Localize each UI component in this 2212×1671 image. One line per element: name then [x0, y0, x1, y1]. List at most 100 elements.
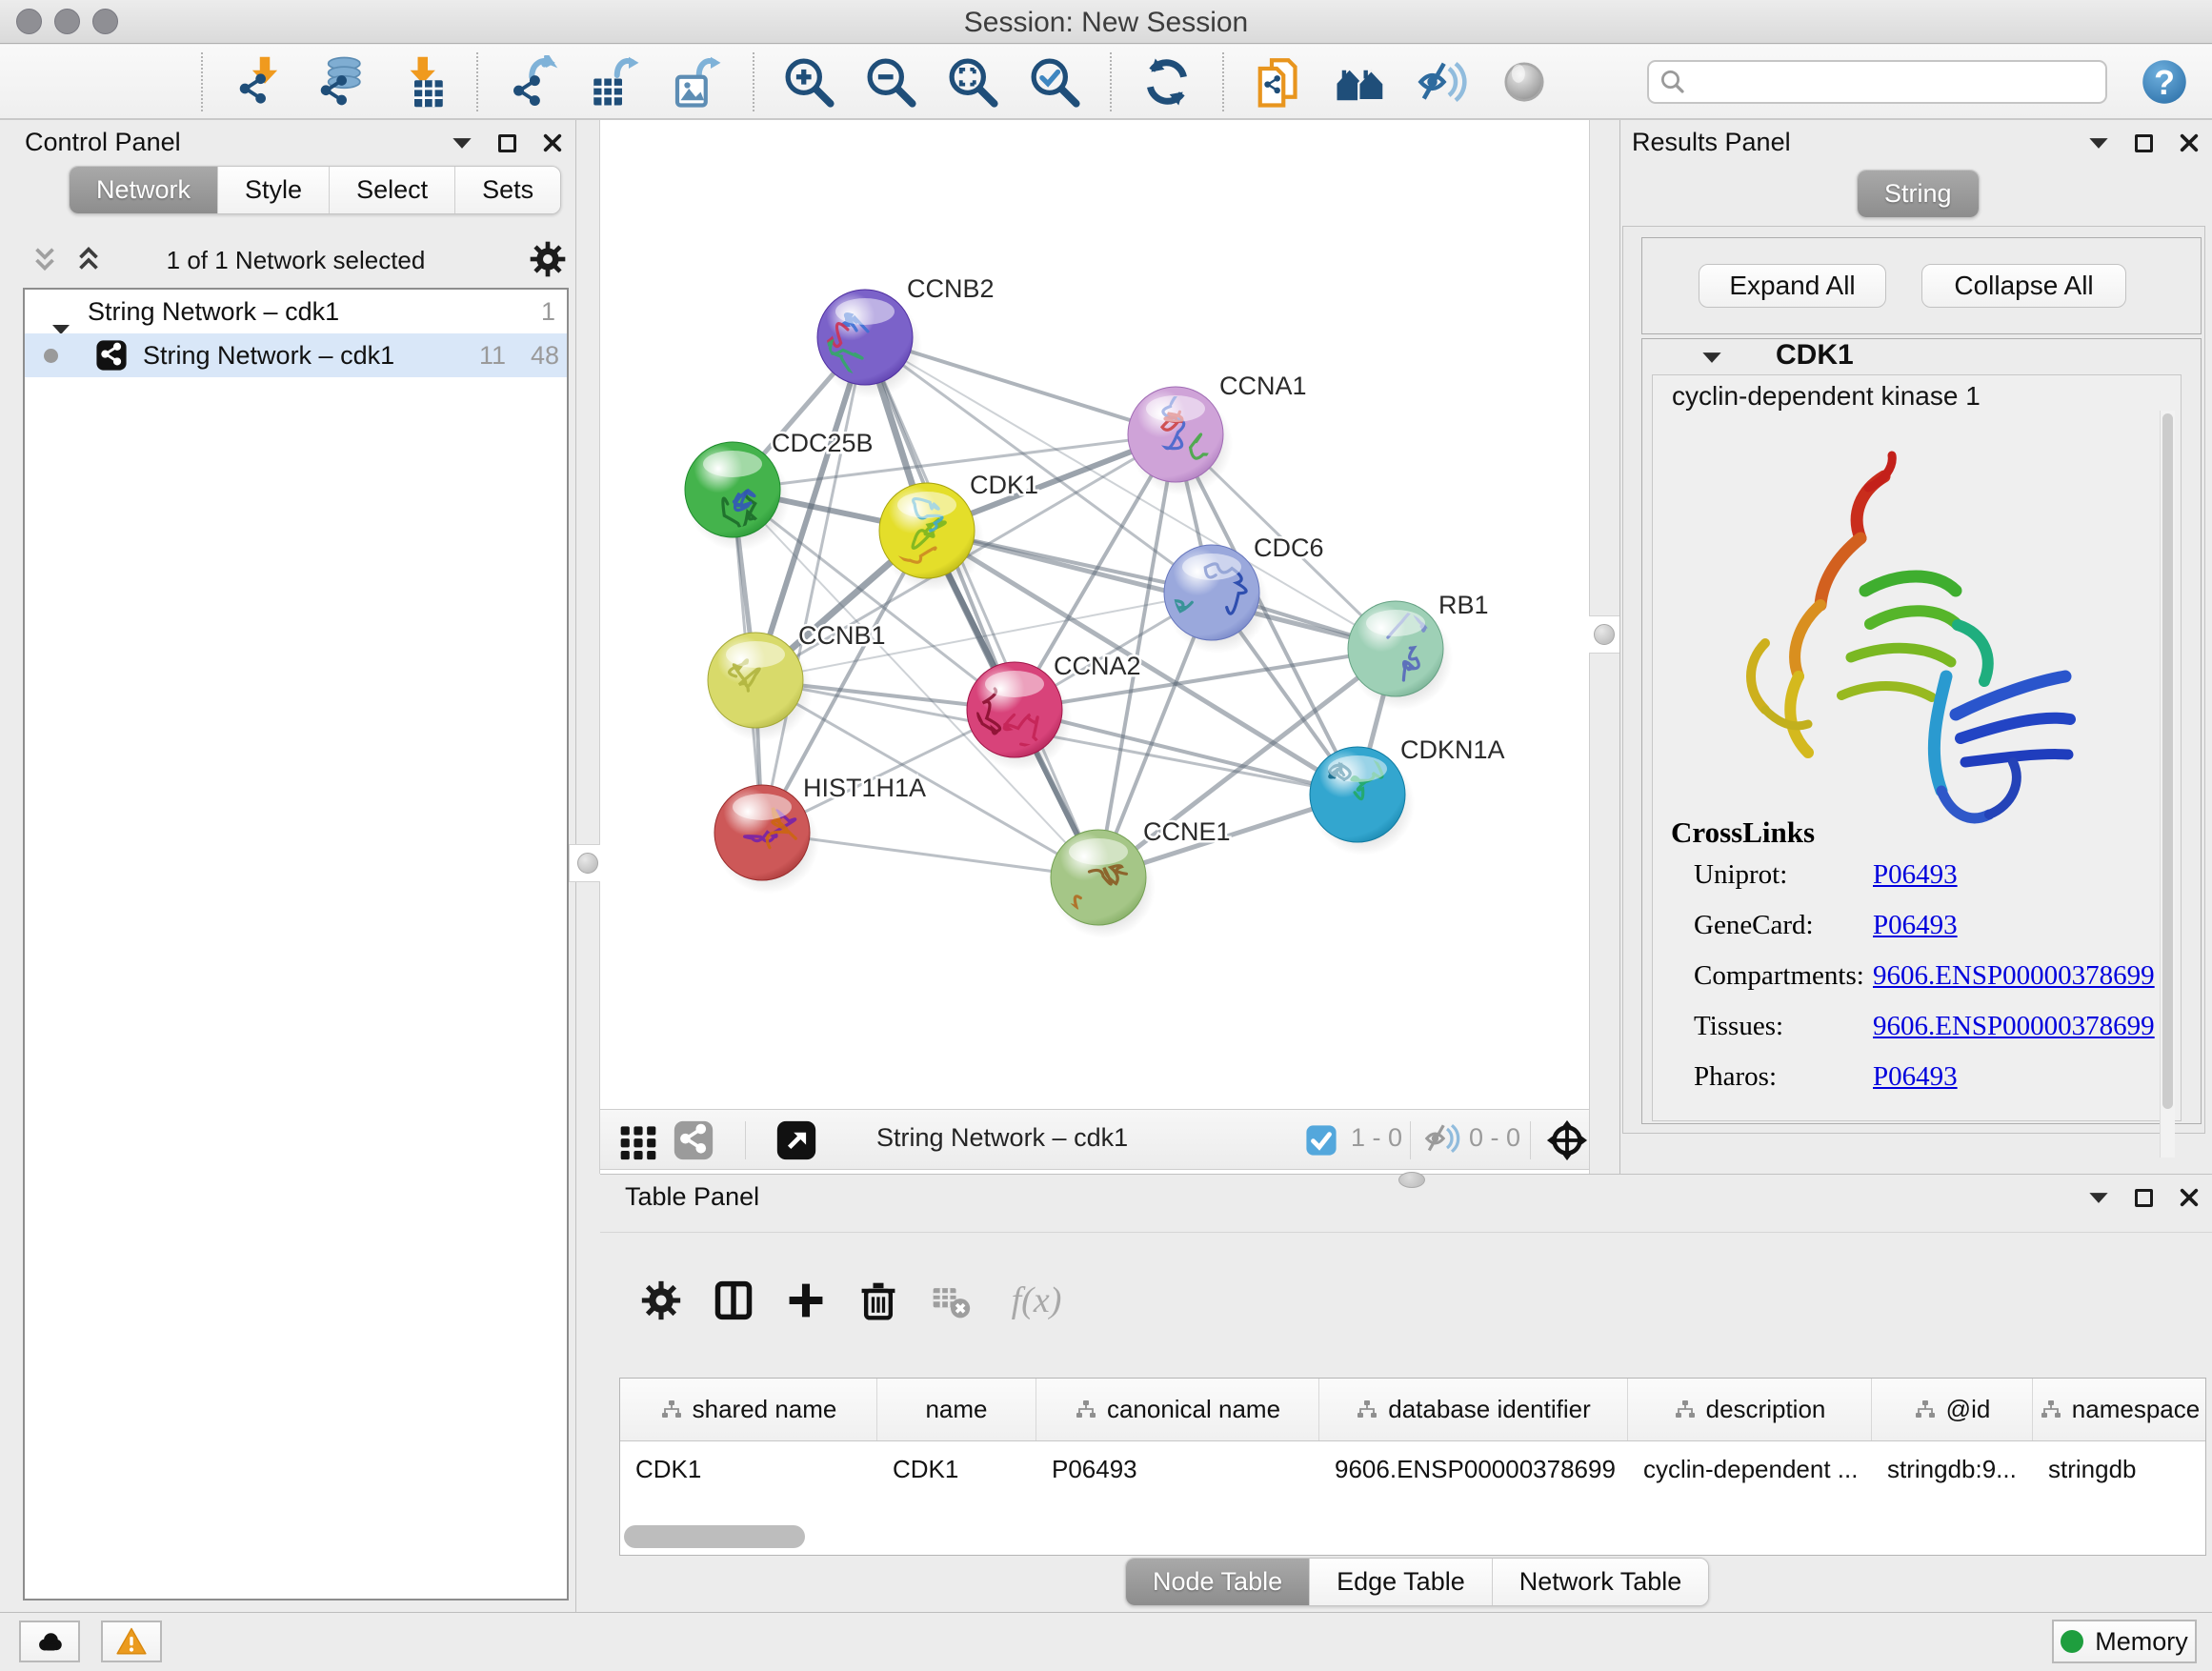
- column-header-description[interactable]: description: [1628, 1379, 1872, 1440]
- delete-table-icon[interactable]: [928, 1278, 974, 1323]
- column-header-shared-name[interactable]: shared name: [620, 1379, 877, 1440]
- view-grid-icon[interactable]: [617, 1119, 659, 1161]
- add-column-icon[interactable]: [783, 1278, 829, 1323]
- home-views-button[interactable]: [1332, 51, 1389, 112]
- detach-view-icon[interactable]: [775, 1119, 817, 1161]
- column-header-canonical-name[interactable]: canonical name: [1036, 1379, 1319, 1440]
- collapse-all-button[interactable]: Collapse All: [1921, 264, 2126, 308]
- node-RB1[interactable]: [1348, 601, 1453, 710]
- panel-menu-caret-icon[interactable]: [451, 131, 473, 154]
- column-header-namespace[interactable]: namespace: [2033, 1379, 2206, 1440]
- entry-collapse-caret-icon[interactable]: [1701, 351, 1722, 370]
- zoom-out-button[interactable]: [862, 51, 919, 112]
- column-header--id[interactable]: @id: [1872, 1379, 2033, 1440]
- expand-all-button[interactable]: Expand All: [1699, 264, 1886, 308]
- zoom-selected-button[interactable]: [1026, 51, 1083, 112]
- function-builder-icon[interactable]: f(x): [1000, 1278, 1073, 1323]
- export-image-button[interactable]: [669, 51, 726, 112]
- zoom-fit-button[interactable]: [944, 51, 1001, 112]
- results-float-button[interactable]: [2135, 134, 2153, 152]
- table-cell[interactable]: cyclin-dependent ...: [1628, 1441, 1872, 1497]
- crosslink-link[interactable]: 9606.ENSP00000378699: [1873, 960, 2155, 992]
- selected-checkbox-icon[interactable]: [1305, 1124, 1337, 1157]
- table-close-button[interactable]: [2178, 1186, 2201, 1209]
- table-row[interactable]: CDK1CDK1P064939606.ENSP00000378699cyclin…: [620, 1441, 2205, 1497]
- clone-network-button[interactable]: [1251, 51, 1308, 112]
- open-session-button[interactable]: [35, 51, 92, 112]
- node-CDKN1A[interactable]: [1310, 747, 1415, 856]
- crosslink-link[interactable]: P06493: [1873, 1061, 1958, 1093]
- column-header-name[interactable]: name: [877, 1379, 1036, 1440]
- crosslink-link[interactable]: 9606.ENSP00000378699: [1873, 1011, 2155, 1042]
- hidden-eye-icon[interactable]: [1423, 1119, 1461, 1158]
- network-collection-row[interactable]: String Network – cdk1 1: [25, 290, 567, 333]
- protein-entry-header[interactable]: CDK1: [1642, 339, 2201, 373]
- node-CDK1[interactable]: [878, 483, 984, 592]
- column-header-label: description: [1706, 1395, 1826, 1424]
- results-close-button[interactable]: [2178, 131, 2201, 154]
- table-horizontal-scrollbar[interactable]: [624, 1525, 805, 1548]
- table-cell[interactable]: CDK1: [620, 1441, 877, 1497]
- tab-edge-table[interactable]: Edge Table: [1310, 1559, 1493, 1605]
- table-settings-gear-icon[interactable]: [638, 1278, 684, 1323]
- table-cell[interactable]: P06493: [1036, 1441, 1319, 1497]
- save-session-button[interactable]: [117, 51, 174, 112]
- birdseye-crosshair-icon[interactable]: [1545, 1118, 1589, 1162]
- right-splitter-grip[interactable]: [1585, 615, 1623, 654]
- import-table-button[interactable]: [392, 51, 450, 112]
- collection-count: 1: [541, 290, 555, 333]
- memory-button[interactable]: Memory: [2052, 1620, 2197, 1663]
- crosslink-link[interactable]: P06493: [1873, 859, 1958, 891]
- network-row[interactable]: String Network – cdk1 11 48: [25, 333, 567, 377]
- edge-CDK1-RB1[interactable]: [927, 531, 1396, 649]
- help-button[interactable]: [2140, 57, 2189, 107]
- panel-float-button[interactable]: [498, 134, 516, 152]
- expand-all-networks-icon[interactable]: [29, 244, 61, 276]
- search-box[interactable]: [1647, 60, 2107, 104]
- tab-string[interactable]: String: [1858, 171, 1979, 217]
- zoom-in-button[interactable]: [781, 51, 838, 112]
- results-scrollbar[interactable]: [2160, 411, 2175, 1158]
- node-CDC25B[interactable]: [685, 442, 790, 551]
- table-cell[interactable]: CDK1: [877, 1441, 1036, 1497]
- results-scrollbar-thumb[interactable]: [2162, 413, 2173, 1109]
- search-input[interactable]: [1687, 66, 2096, 97]
- tab-select[interactable]: Select: [330, 167, 455, 213]
- delete-column-icon[interactable]: [855, 1278, 901, 1323]
- edge-CCNB2-HIST1H1A[interactable]: [762, 337, 865, 833]
- network-canvas[interactable]: CCNB2CCNA1CDC25BCDK1CDC6RB1CCNB1CCNA2CDK…: [600, 120, 1589, 1108]
- crosslink-link[interactable]: P06493: [1873, 910, 1958, 941]
- refresh-button[interactable]: [1138, 51, 1196, 112]
- hide-eye-button[interactable]: [1414, 51, 1471, 112]
- horizontal-splitter-grip[interactable]: [1398, 1172, 1425, 1188]
- network-options-gear-icon[interactable]: [529, 240, 567, 278]
- table-float-button[interactable]: [2135, 1189, 2153, 1207]
- tab-network[interactable]: Network: [70, 167, 218, 213]
- table-cell[interactable]: stringdb: [2033, 1441, 2206, 1497]
- cloud-status-button[interactable]: [19, 1621, 80, 1662]
- show-columns-icon[interactable]: [711, 1278, 756, 1323]
- right-splitter[interactable]: [1589, 120, 1619, 1174]
- import-database-button[interactable]: [311, 51, 368, 112]
- export-table-button[interactable]: [587, 51, 644, 112]
- table-cell[interactable]: stringdb:9...: [1872, 1441, 2033, 1497]
- tab-sets[interactable]: Sets: [455, 167, 560, 213]
- left-splitter[interactable]: [576, 120, 600, 1174]
- tab-style[interactable]: Style: [218, 167, 330, 213]
- node-CDC6[interactable]: [1156, 545, 1269, 654]
- node-CCNB1[interactable]: [708, 633, 813, 741]
- view-share-icon[interactable]: [673, 1119, 714, 1161]
- table-menu-caret-icon[interactable]: [2087, 1186, 2110, 1209]
- panel-close-button[interactable]: [541, 131, 564, 154]
- crosslinks-list: Uniprot:P06493GeneCard:P06493Compartment…: [1653, 859, 2181, 1112]
- node-CCNA1[interactable]: [1128, 385, 1244, 495]
- tab-node-table[interactable]: Node Table: [1126, 1559, 1310, 1605]
- table-cell[interactable]: 9606.ENSP00000378699: [1319, 1441, 1628, 1497]
- results-menu-caret-icon[interactable]: [2087, 131, 2110, 154]
- preview-eye-button[interactable]: [1496, 51, 1553, 112]
- import-network-button[interactable]: [230, 51, 287, 112]
- warnings-button[interactable]: [101, 1621, 162, 1662]
- column-header-database-identifier[interactable]: database identifier: [1319, 1379, 1628, 1440]
- export-network-button[interactable]: [505, 51, 562, 112]
- tab-network-table[interactable]: Network Table: [1493, 1559, 1709, 1605]
